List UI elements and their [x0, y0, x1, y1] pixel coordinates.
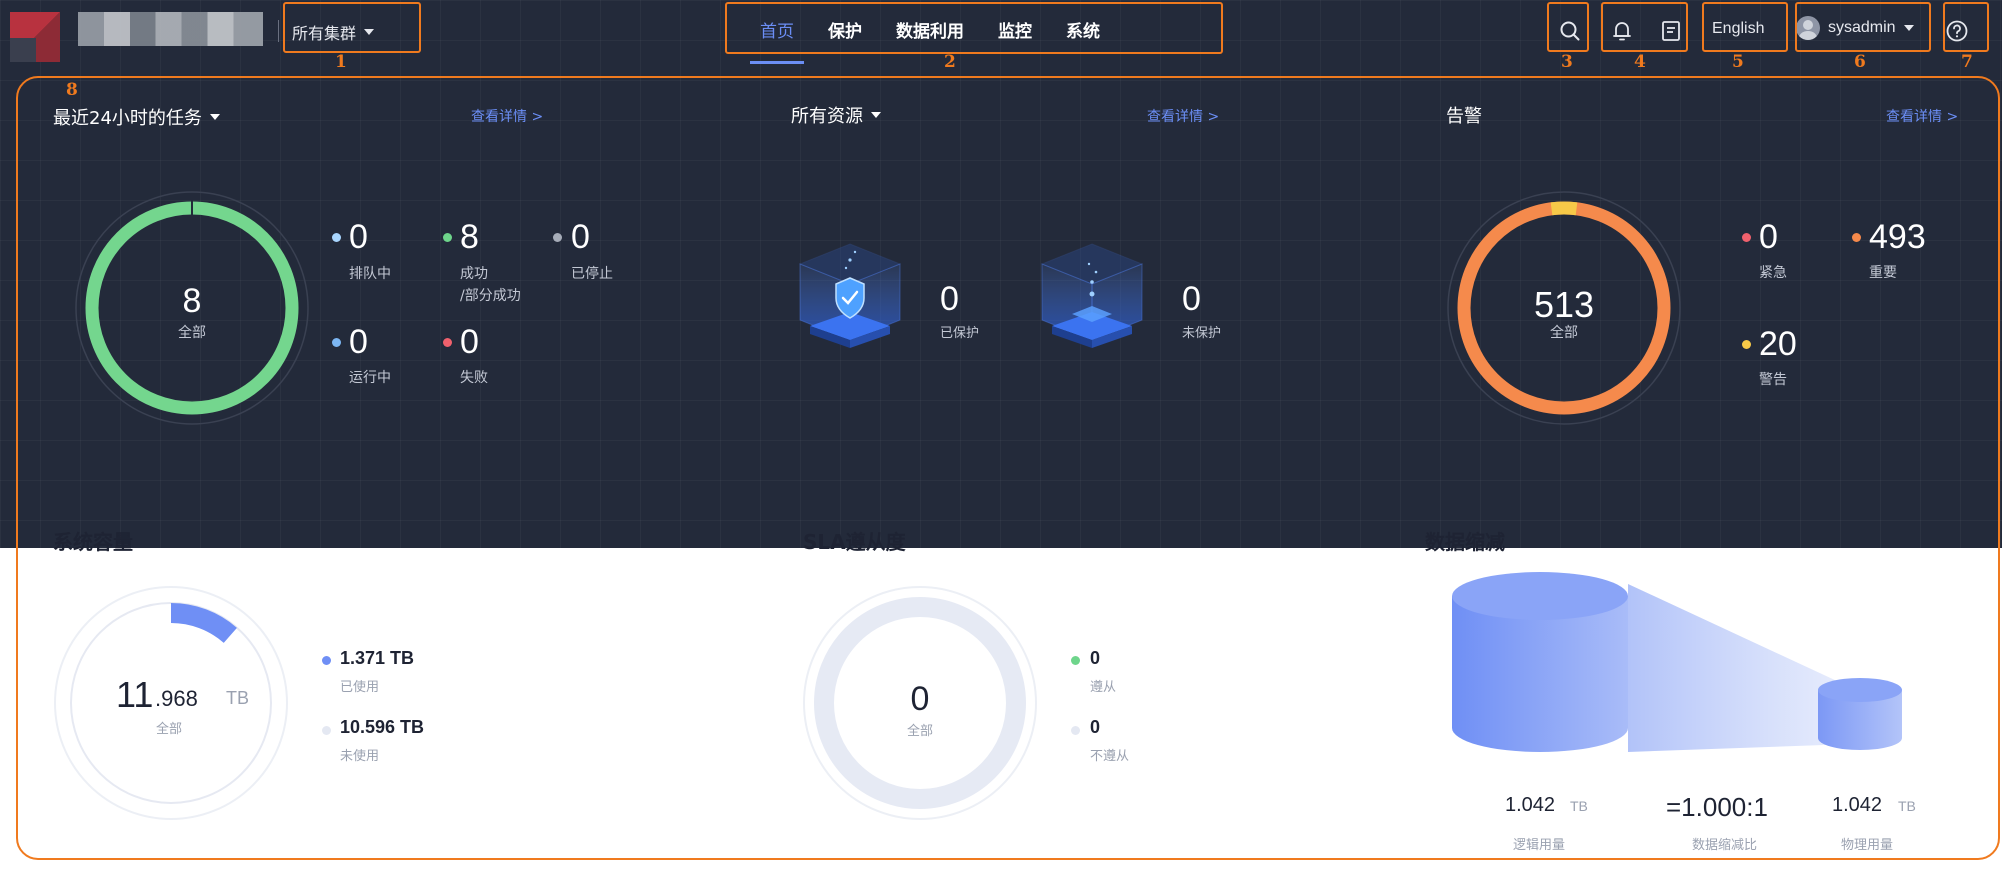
cluster-selector[interactable]: 所有集群 [292, 20, 375, 44]
capacity-used-label: 已使用 [340, 680, 380, 695]
partial-success-label: /部分成功 [460, 288, 521, 304]
success-label: 成功 [460, 266, 488, 282]
protected-resource-icon [798, 243, 902, 348]
queued-dot [332, 233, 341, 242]
task-list-icon[interactable] [1658, 18, 1684, 44]
sla-noncompliant-value: 0 [1090, 717, 1101, 737]
unprotected-label: 未保护 [1182, 326, 1222, 341]
warning-dot [1742, 340, 1751, 349]
language-switch[interactable]: English [1712, 20, 1764, 38]
bell-icon[interactable] [1609, 18, 1635, 44]
header-divider [278, 20, 279, 42]
capacity-unused-dot [322, 726, 331, 735]
reduction-ratio-value: =1.000:1 [1666, 792, 1768, 822]
sla-noncompliant-label: 不遵从 [1090, 749, 1130, 764]
tasks-total-label: 全部 [178, 324, 206, 340]
main-nav: 首页 保护 数据利用 监控 系统 [750, 0, 1134, 64]
nav-tab-system[interactable]: 系统 [1066, 0, 1100, 64]
alarms-panel-title: 告警 [1446, 102, 1482, 128]
running-dot [332, 338, 341, 347]
nav-tab-protection[interactable]: 保护 [828, 0, 862, 64]
unprotected-resource-icon [1040, 243, 1144, 348]
unprotected-value: 0 [1182, 280, 1201, 318]
capacity-unused-value: 10.596 TB [340, 717, 425, 737]
tasks-detail-link[interactable]: 查看详情 > [471, 106, 543, 126]
critical-value: 0 [1759, 218, 1778, 256]
major-label: 重要 [1869, 265, 1897, 281]
chevron-down-icon [871, 112, 881, 118]
capacity-used-dot [322, 656, 331, 665]
stopped-dot [553, 233, 562, 242]
chevron-down-icon [1903, 25, 1914, 31]
stopped-value: 0 [571, 218, 590, 256]
capacity-used-value: 1.371 TB [340, 648, 415, 668]
resources-panel-title-text: 所有资源 [791, 106, 863, 127]
search-icon[interactable] [1557, 18, 1583, 44]
tasks-total-value: 8 [182, 282, 202, 320]
critical-dot [1742, 233, 1751, 242]
warning-value: 20 [1759, 325, 1797, 363]
tasks-panel-title[interactable]: 最近24小时的任务 [53, 104, 220, 130]
sla-title: SLA遵从度 [803, 530, 906, 554]
logical-unit: TB [1570, 798, 1588, 814]
nav-tab-data-utilization[interactable]: 数据利用 [896, 0, 964, 64]
capacity-total-dec: .968 [155, 686, 198, 711]
capacity-total-unit: TB [226, 688, 250, 708]
sla-noncompliant-dot [1071, 726, 1080, 735]
warning-label: 警告 [1759, 372, 1787, 388]
running-value: 0 [349, 323, 368, 361]
capacity-total-label: 全部 [156, 722, 183, 737]
major-value: 493 [1869, 218, 1926, 256]
physical-value: 1.042 [1832, 794, 1883, 816]
sla-compliant-dot [1071, 656, 1080, 665]
resources-panel-title[interactable]: 所有资源 [791, 102, 881, 128]
username-label: sysadmin [1828, 19, 1896, 36]
nav-tab-monitoring[interactable]: 监控 [998, 0, 1032, 64]
success-dot [443, 233, 452, 242]
success-value: 8 [460, 218, 479, 256]
protected-label: 已保护 [940, 326, 980, 341]
sla-total-value: 0 [910, 680, 930, 718]
alarms-warning-arc [1550, 201, 1578, 216]
major-dot [1852, 233, 1861, 242]
logical-value: 1.042 [1505, 794, 1556, 816]
sla-total-label: 全部 [906, 724, 933, 739]
alarms-detail-link[interactable]: 查看详情 > [1886, 106, 1958, 126]
protected-value: 0 [940, 280, 959, 318]
queued-label: 排队中 [349, 266, 391, 282]
sla-compliant-label: 遵从 [1090, 680, 1117, 695]
reduction-ratio-label: 数据缩减比 [1692, 838, 1758, 853]
logical-label: 逻辑用量 [1513, 838, 1566, 853]
capacity-title: 系统容量 [53, 530, 133, 554]
tasks-panel-title-text: 最近24小时的任务 [53, 108, 202, 129]
help-icon[interactable] [1944, 18, 1970, 44]
physical-unit: TB [1898, 798, 1916, 814]
product-name-logo [78, 12, 263, 46]
alarms-panel-title-text: 告警 [1446, 106, 1482, 127]
chevron-down-icon [364, 29, 375, 35]
failed-label: 失败 [460, 370, 488, 386]
chevron-down-icon [209, 114, 220, 120]
alarms-total-value: 513 [1533, 284, 1595, 325]
product-logo [10, 12, 60, 62]
alarms-total-label: 全部 [1550, 324, 1578, 340]
top-navigation-bar: 所有集群 首页 保护 数据利用 监控 系统 English sysadmin [0, 0, 2002, 64]
failed-value: 0 [460, 323, 479, 361]
nav-tab-home[interactable]: 首页 [750, 0, 804, 64]
cluster-selector-label: 所有集群 [292, 24, 357, 43]
capacity-unused-label: 未使用 [340, 749, 380, 764]
reduction-title: 数据缩减 [1425, 530, 1505, 554]
user-menu[interactable]: sysadmin [1796, 16, 1914, 40]
critical-label: 紧急 [1759, 265, 1787, 281]
stopped-label: 已停止 [571, 266, 613, 282]
physical-label: 物理用量 [1841, 838, 1894, 853]
failed-dot [443, 338, 452, 347]
resources-detail-link[interactable]: 查看详情 > [1147, 106, 1219, 126]
user-avatar-icon [1796, 16, 1820, 40]
sla-compliant-value: 0 [1090, 648, 1101, 668]
queued-value: 0 [349, 218, 368, 256]
running-label: 运行中 [349, 370, 391, 386]
data-reduction-graphic [1452, 572, 1902, 752]
capacity-total-int: 11 [116, 674, 154, 715]
